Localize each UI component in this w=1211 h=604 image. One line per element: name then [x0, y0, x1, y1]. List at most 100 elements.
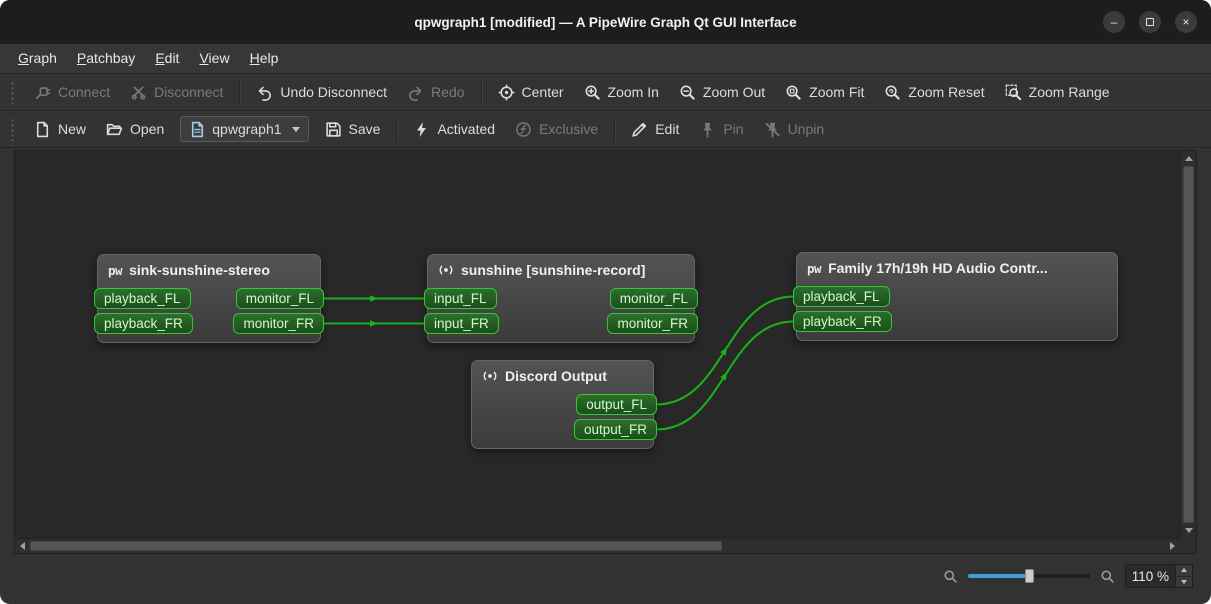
center-button[interactable]: Center — [489, 78, 573, 106]
port-row: output_FL — [478, 394, 657, 415]
toolbar-file-items: New Open qpwgraph1 Save Activated Exclusive Ed… — [25, 115, 833, 143]
scrollbar-corner — [1180, 538, 1196, 553]
left-arrow-icon — [20, 542, 25, 550]
window-title: qpwgraph1 [modified] — A PipeWire Graph … — [414, 14, 797, 30]
minimize-button[interactable]: – — [1103, 11, 1125, 33]
port-output_FL[interactable]: output_FL — [576, 394, 657, 415]
port-playback_FR[interactable]: playback_FR — [793, 311, 892, 332]
port-input_FL[interactable]: input_FL — [424, 288, 497, 309]
spin-down-button[interactable] — [1176, 575, 1192, 587]
titlebar[interactable]: qpwgraph1 [modified] — A PipeWire Graph … — [0, 0, 1211, 44]
toolbar-separator — [396, 117, 398, 141]
port-playback_FR[interactable]: playback_FR — [94, 313, 193, 334]
edges-layer — [322, 295, 795, 431]
exclusive-button[interactable]: Exclusive — [506, 115, 607, 143]
window-controls: – × — [1103, 0, 1197, 44]
toolbar-label: Disconnect — [154, 84, 224, 100]
zoom-in-button[interactable]: Zoom In — [575, 78, 668, 106]
new-icon — [34, 121, 51, 138]
toolbar-label: Center — [521, 84, 564, 100]
toolbar-label: Exclusive — [539, 121, 599, 137]
toolbar-label: Redo — [431, 84, 465, 100]
menu-graph[interactable]: Graph — [8, 44, 67, 73]
undo-disconnect-button[interactable]: Undo Disconnect — [247, 78, 396, 106]
undo-icon — [256, 84, 273, 101]
unpin-button[interactable]: Unpin — [755, 115, 834, 143]
menu-edit[interactable]: Edit — [145, 44, 189, 73]
scroll-down-arrow-button[interactable] — [1181, 523, 1196, 538]
close-button[interactable]: × — [1175, 11, 1197, 33]
vertical-scroll-handle[interactable] — [1183, 166, 1194, 523]
menu-help[interactable]: Help — [240, 44, 289, 73]
port-output_FR[interactable]: output_FR — [573, 419, 657, 440]
patchbay-preset-combo[interactable]: qpwgraph1 — [180, 116, 309, 142]
port-monitor_FR[interactable]: monitor_FR — [233, 313, 324, 334]
toolbar-separator — [239, 80, 241, 104]
pin-button[interactable]: Pin — [690, 115, 752, 143]
open-icon — [106, 121, 123, 138]
zoom-slider[interactable] — [967, 568, 1090, 584]
chevron-down-icon — [291, 126, 300, 132]
scroll-up-arrow-button[interactable] — [1181, 151, 1196, 166]
port-monitor_FL[interactable]: monitor_FL — [235, 288, 324, 309]
zoom-fit-button[interactable]: Zoom Fit — [776, 78, 873, 106]
zoom-range-button[interactable]: Zoom Range — [996, 78, 1119, 106]
menu-view[interactable]: View — [189, 44, 239, 73]
down-arrow-icon — [1184, 528, 1193, 533]
disconnect-button[interactable]: Disconnect — [121, 78, 232, 106]
scroll-right-arrow-button[interactable] — [1165, 539, 1180, 553]
port-playback_FL[interactable]: playback_FL — [793, 286, 890, 307]
zoom-spinbox[interactable]: 110 % — [1124, 564, 1193, 588]
edge-arrow-icon — [370, 295, 378, 302]
new-button[interactable]: New — [25, 115, 95, 143]
node-family-audio[interactable]: pw Family 17h/19h HD Audio Contr... playba… — [793, 252, 1118, 341]
pw-icon: pw — [108, 262, 123, 278]
port-monitor_FR[interactable]: monitor_FR — [607, 313, 698, 334]
zoom-out-button[interactable]: Zoom Out — [670, 78, 774, 106]
port-monitor_FL[interactable]: monitor_FL — [609, 288, 698, 309]
toolbar-label: Zoom Reset — [908, 84, 985, 100]
edge-arrow-icon — [370, 320, 378, 327]
spin-up-button[interactable] — [1176, 565, 1192, 576]
toolbar-main-items: Connect Disconnect Undo Disconnect Redo Cent… — [25, 78, 1119, 106]
graph-view: pw sink-sunshine-stereo playback_FL monitor… — [14, 150, 1197, 554]
save-button[interactable]: Save — [316, 115, 390, 143]
connect-button[interactable]: Connect — [25, 78, 119, 106]
zoom-fit-icon — [785, 84, 802, 101]
node-header: sunshine [sunshine-record] — [434, 260, 688, 284]
redo-button[interactable]: Redo — [398, 78, 473, 106]
media-icon — [482, 368, 498, 384]
open-button[interactable]: Open — [97, 115, 173, 143]
horizontal-scroll-handle[interactable] — [30, 541, 723, 551]
scroll-left-arrow-button[interactable] — [15, 539, 30, 553]
save-icon — [325, 121, 342, 138]
toolbar-label: Connect — [58, 84, 111, 100]
toolbar-separator — [480, 80, 482, 104]
menu-patchbay[interactable]: Patchbay — [67, 44, 145, 73]
port-playback_FL[interactable]: playback_FL — [94, 288, 191, 309]
activated-button[interactable]: Activated — [404, 115, 504, 143]
up-arrow-icon — [1184, 156, 1193, 161]
file-icon — [189, 121, 206, 138]
node-discord-output[interactable]: Discord Output output_FL output_FR — [471, 360, 657, 449]
spin-buttons — [1175, 565, 1192, 587]
statusbar: 110 % — [0, 558, 1211, 594]
node-sunshine[interactable]: sunshine [sunshine-record] input_FL monito… — [424, 254, 698, 343]
toolbar-handle[interactable] — [9, 117, 16, 141]
zoom-value: 110 % — [1131, 568, 1169, 584]
app-window: qpwgraph1 [modified] — A PipeWire Graph … — [0, 0, 1211, 604]
zoom-slider-handle[interactable] — [1024, 569, 1034, 583]
zoom-out-mag-icon — [943, 569, 958, 584]
node-title: sink-sunshine-stereo — [129, 262, 270, 278]
toolbar-handle[interactable] — [9, 80, 16, 104]
edit-icon — [631, 121, 648, 138]
node-sink-sunshine-stereo[interactable]: pw sink-sunshine-stereo playback_FL monitor… — [94, 254, 324, 343]
canvas[interactable]: pw sink-sunshine-stereo playback_FL monitor… — [15, 151, 1180, 538]
port-input_FR[interactable]: input_FR — [424, 313, 499, 334]
edit-button[interactable]: Edit — [622, 115, 688, 143]
zoom-reset-button[interactable]: Zoom Reset — [875, 78, 993, 106]
maximize-button[interactable] — [1139, 11, 1161, 33]
vertical-scroll-track — [1181, 166, 1196, 523]
zoom-in-icon — [584, 84, 601, 101]
node-header: pw Family 17h/19h HD Audio Contr... — [803, 258, 1111, 282]
